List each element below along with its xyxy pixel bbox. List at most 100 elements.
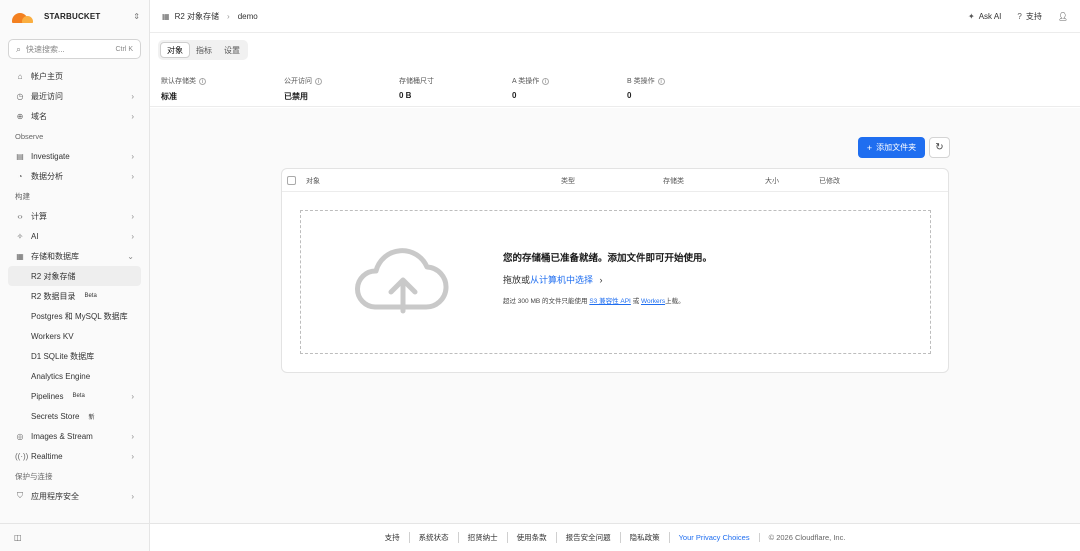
search-icon: ⌕	[16, 43, 22, 54]
database-icon: ▦	[162, 11, 170, 21]
info-icon[interactable]: i	[315, 77, 322, 85]
account-name: STARBUCKET	[44, 12, 101, 21]
user-menu[interactable]: 👤︎	[1058, 12, 1068, 21]
chevron-updown-icon[interactable]: ⇕	[133, 12, 140, 21]
sidebar: STARBUCKET ⇕ ⌕ 快速搜索... Ctrl K ⌂ 帐户主页 ◷ 最…	[0, 0, 150, 551]
sparkle-icon: ✧	[16, 231, 24, 241]
sidebar-item-label: R2 数据目录	[31, 291, 76, 301]
sidebar-item-investigate[interactable]: ▤ Investigate ›	[8, 146, 141, 166]
sidebar-item-label: 应用程序安全	[31, 491, 79, 501]
stat-value: 0	[512, 91, 517, 100]
column-storage-class[interactable]: 存储类	[663, 176, 684, 186]
document-search-icon: ▤	[16, 151, 24, 161]
stat-storage-class: 默认存储类 i 标准	[161, 76, 206, 102]
sidebar-item-ai[interactable]: ✧ AI ›	[8, 226, 141, 246]
sidebar-item-d1[interactable]: D1 SQLite 数据库	[8, 346, 141, 366]
s3-api-link[interactable]: S3 兼容性 API	[589, 298, 631, 305]
note-prefix: 超过 300 MB 的文件只能使用	[503, 298, 588, 305]
sidebar-item-secrets-store[interactable]: Secrets Store 新	[8, 406, 141, 426]
workers-link[interactable]: Workers	[641, 298, 665, 305]
select-all-checkbox[interactable]	[287, 176, 296, 185]
collapse-sidebar-icon[interactable]: ◫	[14, 533, 22, 542]
top-actions: ✦ Ask AI ? 支持 👤︎	[968, 11, 1068, 22]
sidebar-item-realtime[interactable]: ((·)) Realtime ›	[8, 446, 141, 466]
sidebar-item-images-stream[interactable]: ◎ Images & Stream ›	[8, 426, 141, 446]
column-size[interactable]: 大小	[765, 176, 779, 186]
chevron-right-icon: ›	[131, 231, 134, 241]
sidebar-item-label: Investigate	[31, 151, 70, 161]
tab-settings[interactable]: 设置	[218, 42, 246, 58]
footer-link-terms[interactable]: 使用条款	[508, 532, 557, 543]
sidebar-item-r2[interactable]: R2 对象存储	[8, 266, 141, 286]
sidebar-item-domains[interactable]: ⊕ 域名 ›	[8, 106, 141, 126]
account-switcher[interactable]: STARBUCKET ⇕	[0, 0, 150, 33]
note-suffix: 上载。	[665, 298, 685, 305]
info-icon[interactable]: i	[657, 77, 665, 85]
sidebar-item-pipelines[interactable]: Pipelines Beta ›	[8, 386, 141, 406]
select-from-computer-link[interactable]: 从计算机中选择	[530, 275, 593, 285]
info-icon[interactable]: i	[542, 77, 550, 85]
chevron-right-icon: ›	[131, 151, 134, 161]
clock-icon: ◷	[16, 91, 24, 101]
tab-objects[interactable]: 对象	[160, 42, 190, 58]
sidebar-item-r2-catalog[interactable]: R2 数据目录 Beta	[8, 286, 141, 306]
sidebar-item-app-security[interactable]: ⛉ 应用程序安全 ›	[8, 486, 141, 506]
sidebar-item-label: 数据分析	[31, 171, 63, 181]
info-icon[interactable]: i	[199, 77, 206, 85]
stat-value: 0 B	[399, 91, 412, 100]
sidebar-item-storage[interactable]: ▦ 存储和数据库 ⌄	[8, 246, 141, 266]
user-icon: 👤︎	[1057, 11, 1068, 21]
sidebar-item-label: Pipelines	[31, 391, 64, 401]
chevron-right-icon: ›	[131, 451, 134, 461]
footer-link-support[interactable]: 支持	[376, 532, 410, 543]
ask-ai-label: Ask AI	[978, 11, 1002, 21]
add-folder-button[interactable]: + 添加文件夹	[858, 137, 925, 158]
sidebar-item-analytics-engine[interactable]: Analytics Engine	[8, 366, 141, 386]
pie-chart-icon: ◔	[17, 171, 23, 181]
refresh-icon: ↻	[935, 142, 944, 153]
section-build: 构建	[15, 191, 30, 201]
sidebar-item-label: 最近访问	[31, 91, 63, 101]
column-modified[interactable]: 已修改	[819, 176, 840, 186]
footer-link-security-report[interactable]: 报告安全问题	[557, 532, 621, 543]
sidebar-nav: ⌂ 帐户主页 ◷ 最近访问 › ⊕ 域名 › Observe ▤ Investi…	[8, 66, 141, 506]
sidebar-item-workers-kv[interactable]: Workers KV	[8, 326, 141, 346]
chevron-right-icon: ›	[131, 211, 134, 221]
column-object[interactable]: 对象	[306, 176, 320, 186]
search-input[interactable]: ⌕ 快速搜索... Ctrl K	[8, 39, 141, 59]
breadcrumb-parent[interactable]: R2 对象存储	[175, 11, 219, 22]
column-type[interactable]: 类型	[561, 176, 575, 186]
chevron-right-icon: ›	[131, 491, 134, 501]
dropzone-instruction: 拖放或从计算机中选择 ›	[503, 273, 603, 286]
sidebar-item-recent[interactable]: ◷ 最近访问 ›	[8, 86, 141, 106]
support-label: 支持	[1025, 11, 1042, 21]
sidebar-item-analytics[interactable]: ◔ 数据分析 ›	[8, 166, 141, 186]
footer-privacy-choices[interactable]: Your Privacy Choices	[670, 533, 760, 542]
sidebar-item-label: D1 SQLite 数据库	[31, 351, 95, 361]
sidebar-item-label: Secrets Store	[31, 411, 80, 421]
ask-ai-button[interactable]: ✦ Ask AI	[968, 12, 1001, 21]
sidebar-item-compute[interactable]: ‹› 计算 ›	[8, 206, 141, 226]
refresh-button[interactable]: ↻	[929, 137, 950, 158]
tab-metrics[interactable]: 指标	[190, 42, 218, 58]
dropzone-title: 您的存储桶已准备就绪。添加文件即可开始使用。	[503, 253, 713, 264]
broadcast-icon: ((·))	[15, 451, 29, 461]
sidebar-item-label: 存储和数据库	[31, 251, 79, 261]
note-or: 或	[632, 298, 640, 305]
support-button[interactable]: ? 支持	[1017, 11, 1041, 22]
sidebar-item-postgres[interactable]: Postgres 和 MySQL 数据库	[8, 306, 141, 326]
footer-link-careers[interactable]: 招贤纳士	[459, 532, 508, 543]
cloud-upload-icon	[355, 248, 449, 314]
chevron-right-icon: ›	[599, 275, 603, 285]
upload-dropzone[interactable]: 您的存储桶已准备就绪。添加文件即可开始使用。 拖放或从计算机中选择 › 超过 3…	[300, 210, 931, 354]
footer-link-privacy[interactable]: 隐私政策	[621, 532, 670, 543]
cloudflare-logo	[10, 11, 34, 23]
sidebar-item-home[interactable]: ⌂ 帐户主页	[8, 66, 141, 86]
beta-badge: Beta	[84, 293, 97, 299]
sidebar-item-label: AI	[31, 231, 39, 241]
sparkle-icon: ✦	[968, 11, 975, 21]
help-icon: ?	[1017, 11, 1022, 21]
footer-link-status[interactable]: 系统状态	[410, 532, 459, 543]
sidebar-item-label: Realtime	[31, 451, 63, 461]
breadcrumb: ▦ R2 对象存储 › demo	[162, 11, 258, 22]
